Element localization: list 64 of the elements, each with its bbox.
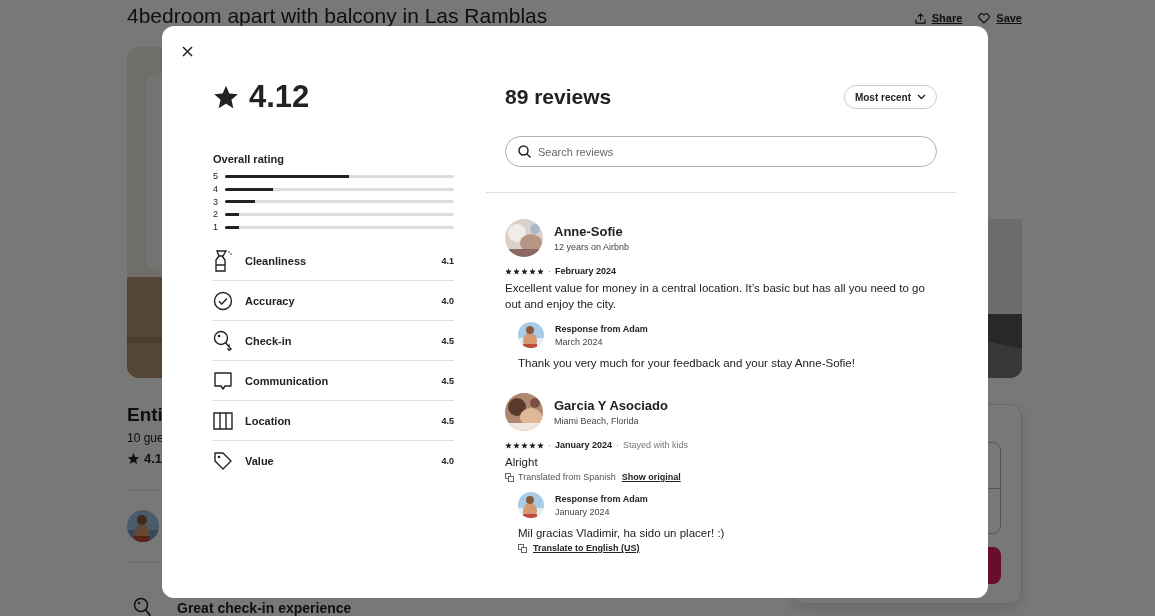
chevron-down-icon: [917, 94, 926, 100]
star-icon: [213, 84, 239, 110]
show-original-link[interactable]: Show original: [621, 472, 681, 482]
separator-dot: ·: [548, 440, 551, 450]
response-date: January 2024: [555, 506, 611, 517]
response-text: Thank you very much for your feedback and your stay Anne-Sofie!: [518, 356, 856, 371]
share-icon: [914, 12, 926, 24]
translate-icon: [518, 543, 527, 553]
review-date: January 2024: [555, 440, 613, 450]
check-circle-icon: [213, 290, 233, 311]
category-score: 4.5: [441, 335, 454, 346]
listing-title: 4bedroom apart with balcony in Las Ramblas: [127, 4, 548, 28]
separator-dot: ·: [616, 440, 620, 450]
reviews-count: 89 reviews: [505, 85, 612, 109]
separator-dot: ·: [548, 266, 551, 276]
category-name: Cleanliness: [245, 254, 308, 267]
category-name: Accuracy: [245, 294, 296, 307]
tag-icon: [213, 450, 233, 471]
star-label: 1: [213, 222, 219, 233]
highlight-title: Great check-in experience: [177, 600, 352, 616]
reviewer-name: Garcia Y Asociado: [554, 398, 668, 413]
category-score: 4.5: [441, 415, 454, 426]
star-label: 5: [213, 171, 219, 182]
save-link[interactable]: Save: [978, 12, 1022, 24]
search-field[interactable]: Search reviews: [505, 136, 937, 167]
reviewer-info: Miami Beach, Florida: [554, 416, 640, 426]
response-title: Response from Adam: [555, 323, 648, 334]
share-link[interactable]: Share: [914, 12, 963, 24]
star-label: 3: [213, 196, 219, 207]
overall-score: 4.12: [249, 79, 310, 115]
listing-heading: Enti: [127, 404, 163, 426]
response-date: March 2024: [555, 336, 604, 347]
star-label: 4: [213, 184, 219, 195]
speech-bubble-icon: [213, 370, 233, 391]
section-title: Overall rating: [213, 152, 285, 166]
reviewer-info: 12 years on Airbnb: [554, 242, 630, 252]
category-name: Communication: [245, 374, 330, 387]
close-button[interactable]: [179, 43, 195, 59]
translate-icon: [505, 472, 514, 482]
star-label: 2: [213, 209, 219, 220]
response-text: Mil gracias Vladimir, ha sido un placer! :): [518, 526, 726, 541]
category-score: 4.0: [441, 455, 454, 466]
rating-text: 4.1: [144, 451, 163, 466]
category-score: 4.5: [441, 375, 454, 386]
category-name: Check-in: [245, 334, 293, 347]
reviewer-name: Anne-Sofie: [554, 224, 624, 239]
category-score: 4.1: [441, 255, 454, 266]
response-title: Response from Adam: [555, 493, 648, 504]
translation-note: Translated from Spanish: [518, 472, 616, 482]
sort-dropdown[interactable]: Most recent: [843, 85, 937, 109]
review-text: Excellent value for money in a central location. It’s basic but has all you need to go out and enjoy the city.: [505, 281, 926, 312]
star-icon: [127, 452, 140, 465]
key-icon: [133, 597, 153, 616]
spray-bottle-icon: [213, 249, 233, 272]
review-text: Alright: [505, 455, 539, 470]
map-icon: [213, 411, 233, 430]
stay-note: Stayed with kids: [623, 440, 689, 450]
translate-link[interactable]: Translate to English (US): [533, 543, 640, 553]
review-date: February 2024: [555, 266, 617, 276]
key-icon: [213, 330, 233, 352]
heart-icon: [978, 12, 991, 24]
category-score: 4.0: [441, 295, 454, 306]
category-name: Location: [245, 414, 292, 427]
category-name: Value: [245, 454, 275, 467]
